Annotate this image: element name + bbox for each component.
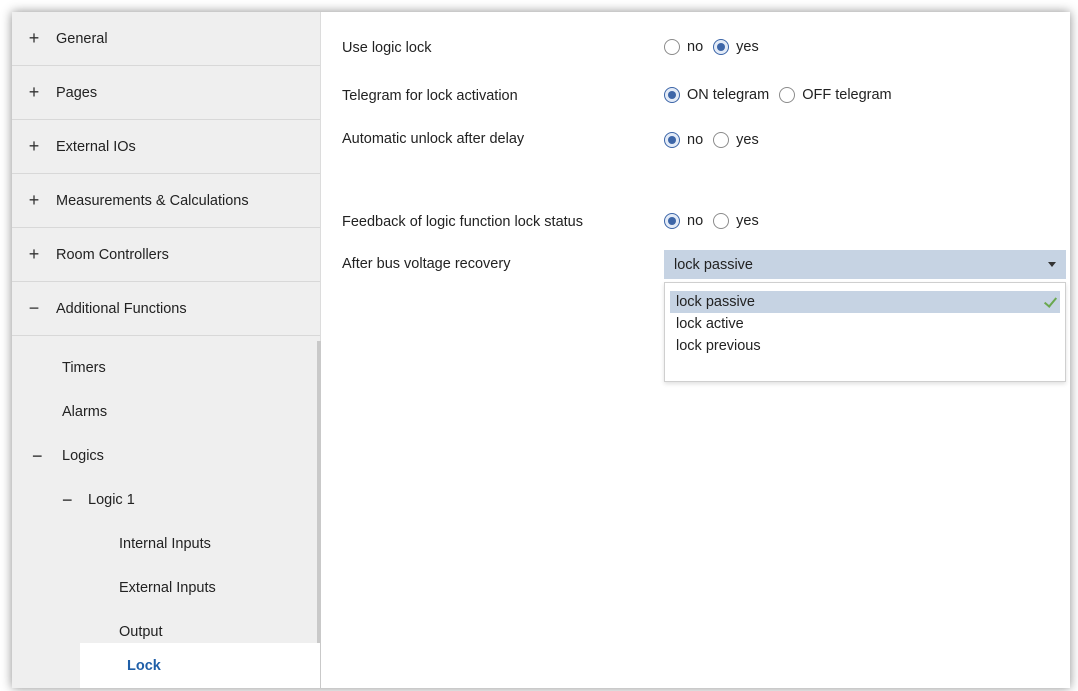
option-label: lock active bbox=[676, 316, 744, 332]
radio-button[interactable] bbox=[713, 132, 730, 148]
sidebar-item-label: Output bbox=[119, 624, 163, 640]
sidebar-item-label: Internal Inputs bbox=[119, 536, 211, 552]
bus-recovery-select[interactable]: lock passive bbox=[664, 250, 1066, 279]
sidebar-item-alarms[interactable]: Alarms bbox=[12, 390, 320, 434]
telegram-lock-radio-group: ON telegram OFF telegram bbox=[664, 87, 902, 103]
auto-unlock-yes-option[interactable]: yes bbox=[713, 132, 759, 148]
collapse-icon: − bbox=[32, 445, 43, 466]
sidebar-item-label: External Inputs bbox=[119, 580, 216, 596]
sidebar-item-label: Room Controllers bbox=[56, 246, 169, 263]
radio-button-selected[interactable] bbox=[664, 213, 680, 229]
use-logic-lock-radio-group: no yes bbox=[664, 39, 769, 55]
sidebar-item-label: Timers bbox=[62, 360, 106, 376]
option-label: no bbox=[687, 132, 704, 148]
auto-unlock-label: Automatic unlock after delay bbox=[342, 131, 525, 147]
feedback-yes-option[interactable]: yes bbox=[713, 213, 759, 229]
select-value: lock passive bbox=[674, 256, 753, 273]
option-label: yes bbox=[736, 39, 759, 55]
sidebar-item-measurements[interactable]: + Measurements & Calculations bbox=[12, 174, 320, 228]
sidebar-item-label: Alarms bbox=[62, 404, 108, 420]
sidebar-item-additional-functions[interactable]: − Additional Functions bbox=[12, 282, 320, 336]
sidebar-item-general[interactable]: + General bbox=[12, 12, 320, 66]
expand-icon: + bbox=[28, 82, 40, 102]
auto-unlock-no-option[interactable]: no bbox=[664, 132, 703, 148]
sidebar-item-lock[interactable]: Lock bbox=[80, 643, 320, 688]
radio-button[interactable] bbox=[779, 87, 796, 103]
option-label: no bbox=[687, 213, 704, 229]
sidebar-item-logic-1[interactable]: − Logic 1 bbox=[12, 478, 320, 522]
feedback-no-option[interactable]: no bbox=[664, 213, 703, 229]
sidebar-item-label: Logics bbox=[62, 448, 104, 464]
collapse-icon: − bbox=[28, 298, 40, 318]
option-label: OFF telegram bbox=[802, 87, 892, 103]
settings-panel: Use logic lock no yes Telegram for lock … bbox=[320, 12, 1070, 688]
collapse-icon: − bbox=[62, 489, 73, 510]
sidebar-item-external-inputs[interactable]: External Inputs bbox=[12, 566, 320, 610]
radio-button[interactable] bbox=[664, 39, 680, 55]
use-logic-lock-label: Use logic lock bbox=[342, 40, 432, 56]
chevron-down-icon bbox=[1048, 262, 1056, 267]
option-label: lock passive bbox=[676, 294, 755, 310]
use-logic-lock-no-option[interactable]: no bbox=[664, 39, 703, 55]
feedback-radio-group: no yes bbox=[664, 213, 769, 229]
radio-button-selected[interactable] bbox=[664, 87, 680, 103]
auto-unlock-radio-group: no yes bbox=[664, 132, 769, 148]
radio-button-selected[interactable] bbox=[664, 132, 680, 148]
expand-icon: + bbox=[28, 244, 40, 264]
sidebar-item-label: Measurements & Calculations bbox=[56, 192, 249, 209]
option-label: yes bbox=[736, 213, 759, 229]
radio-button-selected[interactable] bbox=[713, 39, 730, 55]
sidebar-item-label: Logic 1 bbox=[88, 492, 135, 508]
option-label: ON telegram bbox=[687, 87, 770, 103]
telegram-lock-label: Telegram for lock activation bbox=[342, 88, 518, 104]
option-label: lock previous bbox=[676, 338, 761, 354]
sidebar-item-external-ios[interactable]: + External IOs bbox=[12, 120, 320, 174]
sidebar: + General + Pages + External IOs + Measu… bbox=[12, 12, 321, 688]
radio-button[interactable] bbox=[713, 213, 730, 229]
sidebar-item-label: External IOs bbox=[56, 138, 136, 155]
bus-recovery-dropdown: lock passive lock active lock previous bbox=[664, 282, 1066, 382]
sidebar-item-timers[interactable]: Timers bbox=[12, 346, 320, 390]
sidebar-item-label: Lock bbox=[127, 657, 161, 674]
expand-icon: + bbox=[28, 28, 40, 48]
sidebar-item-label: Pages bbox=[56, 84, 98, 101]
sidebar-item-room-controllers[interactable]: + Room Controllers bbox=[12, 228, 320, 282]
window: + General + Pages + External IOs + Measu… bbox=[12, 12, 1070, 688]
expand-icon: + bbox=[28, 190, 40, 210]
telegram-on-option[interactable]: ON telegram bbox=[664, 87, 769, 103]
expand-icon: + bbox=[28, 136, 40, 156]
use-logic-lock-yes-option[interactable]: yes bbox=[713, 39, 759, 55]
sidebar-item-logics[interactable]: − Logics bbox=[12, 434, 320, 478]
sidebar-item-pages[interactable]: + Pages bbox=[12, 66, 320, 120]
sidebar-item-internal-inputs[interactable]: Internal Inputs bbox=[12, 522, 320, 566]
dropdown-option-lock-active[interactable]: lock active bbox=[670, 313, 1060, 335]
bus-recovery-label: After bus voltage recovery bbox=[342, 256, 511, 272]
option-label: no bbox=[687, 39, 704, 55]
dropdown-option-lock-passive[interactable]: lock passive bbox=[670, 291, 1060, 313]
sidebar-item-label: General bbox=[56, 30, 108, 47]
checkmark-icon bbox=[1043, 294, 1058, 308]
option-label: yes bbox=[736, 132, 759, 148]
sidebar-item-label: Additional Functions bbox=[56, 300, 187, 317]
telegram-off-option[interactable]: OFF telegram bbox=[779, 87, 892, 103]
feedback-label: Feedback of logic function lock status bbox=[342, 214, 583, 230]
dropdown-option-lock-previous[interactable]: lock previous bbox=[670, 335, 1060, 357]
